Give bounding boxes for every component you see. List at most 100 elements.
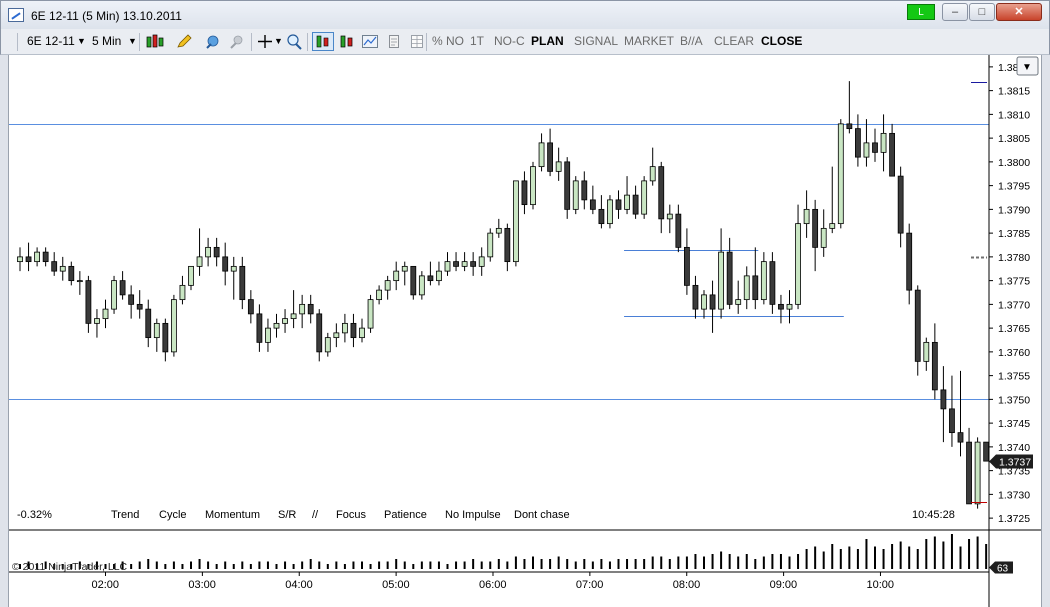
price-tick-label: 1.3730: [998, 489, 1030, 501]
candles-icon[interactable]: [338, 33, 356, 50]
volume-bar: [822, 551, 825, 569]
close-position-button[interactable]: CLOSE: [761, 34, 802, 48]
volume-bar: [950, 534, 953, 569]
candle-body: [68, 265, 75, 282]
candle-body: [239, 265, 246, 301]
volume-bar: [232, 564, 235, 569]
minimize-button[interactable]: –: [942, 3, 968, 21]
candle-body: [957, 432, 964, 443]
snap-disabled-icon[interactable]: [228, 33, 246, 50]
one-tick-button[interactable]: 1T: [470, 34, 484, 48]
volume-bar: [583, 559, 586, 569]
volume-bar: [224, 561, 227, 569]
market-button[interactable]: MARKET: [624, 34, 674, 48]
signal-button[interactable]: SIGNAL: [574, 34, 618, 48]
copyright-text: © 2011 NinjaTrader, LLC: [12, 561, 128, 573]
volume-bar: [626, 559, 629, 569]
candle-body: [974, 441, 981, 505]
live-button[interactable]: L: [907, 4, 935, 20]
plan-button[interactable]: PLAN: [531, 34, 564, 48]
candle-body: [393, 270, 400, 282]
chart-panel[interactable]: 1.3820 1.3815 1.3810 1.3805 1.3800 1.3795 1.37…: [8, 55, 1042, 607]
strategy-toggle-icon[interactable]: [312, 32, 334, 51]
no-c-button[interactable]: NO-C: [494, 34, 525, 48]
volume-bar: [258, 561, 261, 569]
chart-properties-icon[interactable]: [361, 33, 379, 50]
indicator-sr: S/R: [278, 509, 296, 521]
candle-body: [931, 341, 938, 391]
volume-bar: [309, 559, 312, 569]
candle-body: [188, 265, 194, 286]
candle-body: [940, 389, 947, 410]
bid-ask-button[interactable]: B//A: [680, 34, 703, 48]
pct-no-button[interactable]: % NO: [432, 34, 464, 48]
volume-bar: [241, 561, 244, 569]
indicator-patience: Patience: [384, 509, 427, 521]
time-tick-label: 10:00: [866, 579, 894, 591]
candle-body: [709, 294, 716, 310]
candle-body: [470, 261, 477, 267]
indicator-trend: Trend: [111, 509, 139, 521]
candle-body: [324, 337, 331, 353]
volume-bar: [891, 544, 894, 569]
candle-body: [213, 246, 220, 258]
candle-body: [589, 199, 596, 210]
volume-bar: [386, 561, 389, 569]
time-tick-label: 02:00: [92, 579, 120, 591]
close-window-button[interactable]: ✕: [996, 3, 1042, 21]
bar-style-icon[interactable]: [145, 33, 167, 50]
candle-body: [427, 275, 434, 282]
candle-body: [25, 256, 32, 263]
volume-bar: [865, 539, 868, 569]
candle-body: [453, 261, 459, 267]
instrument-dropdown-icon[interactable]: ▼: [77, 36, 86, 46]
volume-bar: [361, 561, 363, 569]
chart-menu-arrow-icon[interactable]: ▼: [1022, 62, 1032, 73]
price-tick-label: 1.3805: [998, 133, 1030, 145]
candle-body: [51, 261, 58, 272]
crosshair-dropdown-icon[interactable]: ▼: [274, 36, 283, 46]
candle-body: [692, 284, 699, 310]
price-tick-label: 1.3815: [998, 86, 1030, 98]
candle-body: [17, 256, 23, 263]
candle-body: [418, 275, 425, 296]
volume-bar: [728, 554, 731, 569]
candle-body: [632, 194, 639, 215]
volume-bar: [600, 559, 603, 569]
crosshair-icon[interactable]: [256, 33, 274, 50]
magnet-icon[interactable]: [204, 33, 222, 50]
volume-bar: [301, 561, 304, 569]
candle-body: [829, 223, 836, 229]
indicator-dot: .: [1009, 509, 1012, 521]
candle-body: [803, 208, 810, 225]
data-box-icon[interactable]: [385, 33, 403, 50]
volume-bar: [916, 549, 919, 569]
maximize-button[interactable]: □: [969, 3, 995, 21]
candle-body: [222, 256, 229, 272]
volume-bar: [147, 559, 150, 569]
volume-bar: [968, 539, 971, 569]
volume-bar: [643, 559, 646, 569]
volume-bar: [976, 536, 979, 569]
candle-body: [119, 280, 126, 296]
instrument-selector[interactable]: 6E 12-11: [27, 34, 75, 48]
volume-bar: [249, 564, 252, 569]
volume-bar: [420, 561, 423, 569]
candle-body: [837, 123, 844, 225]
volume-bar: [899, 541, 902, 569]
price-chart[interactable]: 1.38201.38151.38101.38051.38001.37951.37…: [9, 55, 1041, 607]
candle-body: [675, 213, 682, 248]
properties-grid-icon[interactable]: [408, 33, 426, 50]
last-price-label: 1.3737: [999, 457, 1031, 469]
interval-dropdown-icon[interactable]: ▼: [128, 36, 137, 46]
volume-bar: [540, 559, 543, 569]
clear-button[interactable]: CLEAR: [714, 34, 754, 48]
volume-bar: [198, 559, 201, 569]
zoom-icon[interactable]: [285, 33, 303, 50]
volume-bar: [429, 561, 432, 569]
toolbar-separator: [251, 33, 252, 51]
interval-selector[interactable]: 5 Min: [92, 34, 121, 48]
volume-tag-label: 63: [997, 564, 1009, 575]
candle-body: [162, 322, 169, 353]
draw-pencil-icon[interactable]: [175, 33, 193, 50]
